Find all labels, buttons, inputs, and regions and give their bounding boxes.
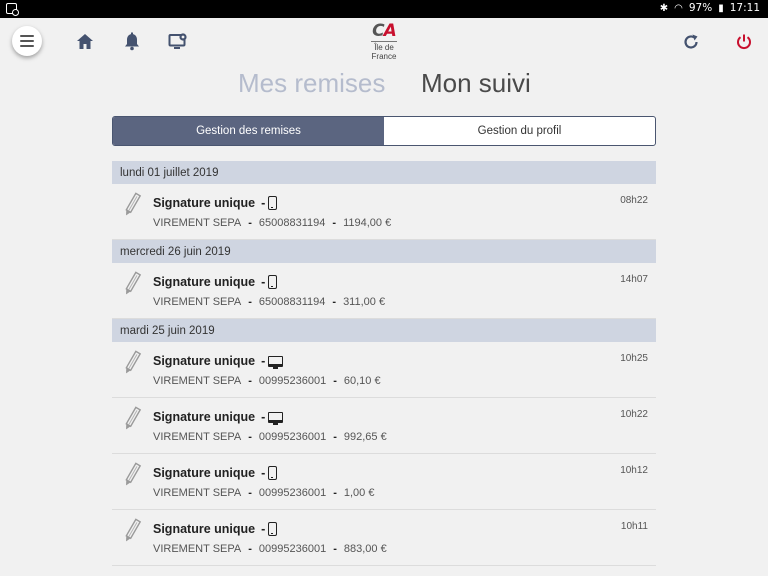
item-time: 08h22 [620, 195, 648, 206]
item-amount: 992,65 € [343, 431, 387, 443]
item-time: 14h07 [620, 274, 648, 285]
list-item[interactable]: Signature unique - VIREMENT SEPA -009952360… [112, 342, 656, 398]
bank-logo: CA Île de France [362, 22, 406, 68]
pencil-icon [122, 350, 142, 376]
item-details: VIREMENT SEPA -65008831194-311,00 € [153, 296, 386, 308]
item-type: VIREMENT SEPA [153, 431, 242, 443]
item-amount: 883,00 € [343, 543, 387, 555]
item-title: Signature unique - [153, 196, 266, 210]
item-type: VIREMENT SEPA [153, 543, 242, 555]
item-title: Signature unique - [153, 410, 266, 424]
clock: 17:11 [729, 2, 760, 14]
refresh-icon[interactable] [681, 32, 701, 52]
item-account: 65008831194 [258, 296, 326, 308]
segmented-control: Gestion des remises Gestion du profil [112, 116, 656, 146]
screenshot-icon [6, 3, 19, 16]
remises-list: lundi 01 juillet 2019 Signature unique - VI… [112, 161, 656, 566]
item-time: 10h12 [620, 465, 648, 476]
tab-mes-remises[interactable]: Mes remises [238, 68, 385, 99]
item-account: 00995236001 [258, 487, 327, 499]
item-account: 00995236001 [258, 543, 327, 555]
item-amount: 60,10 € [343, 375, 381, 387]
item-title: Signature unique - [153, 466, 266, 480]
item-account: 00995236001 [258, 431, 327, 443]
item-amount: 1194,00 € [343, 217, 392, 229]
item-account: 65008831194 [258, 217, 326, 229]
item-details: VIREMENT SEPA -00995236001-60,10 € [153, 375, 381, 387]
item-amount: 311,00 € [343, 296, 386, 308]
pencil-icon [122, 192, 142, 218]
battery-percent: 97% [688, 2, 713, 14]
item-details: VIREMENT SEPA -00995236001-1,00 € [153, 487, 375, 499]
hamburger-menu-button[interactable] [12, 26, 42, 56]
logo-mark: CA [372, 21, 397, 41]
date-header: lundi 01 juillet 2019 [112, 161, 656, 184]
date-header: mercredi 26 juin 2019 [112, 240, 656, 263]
logo-region: Île de France [371, 43, 397, 61]
tab-mon-suivi[interactable]: Mon suivi [421, 68, 531, 99]
smartphone-icon [268, 275, 277, 289]
top-bar: CA Île de France [0, 18, 768, 66]
smartphone-icon [268, 196, 277, 210]
item-type: VIREMENT SEPA [153, 217, 242, 229]
segment-gestion-profil[interactable]: Gestion du profil [384, 117, 655, 145]
status-indicators: ✱ ◠ 97% ▮ 17:11 [660, 2, 760, 14]
item-type: VIREMENT SEPA [153, 375, 242, 387]
status-bar: ✱ ◠ 97% ▮ 17:11 [0, 0, 768, 18]
power-icon[interactable] [734, 32, 754, 52]
smartphone-icon [268, 522, 277, 536]
item-time: 10h25 [620, 353, 648, 364]
list-item[interactable]: Signature unique - VIREMENT SEPA -009952360… [112, 454, 656, 510]
item-time: 10h22 [620, 409, 648, 420]
item-title: Signature unique - [153, 522, 266, 536]
segment-gestion-remises[interactable]: Gestion des remises [113, 117, 384, 145]
item-amount: 1,00 € [343, 487, 375, 499]
item-details: VIREMENT SEPA -00995236001-992,65 € [153, 431, 387, 443]
home-icon[interactable] [75, 32, 95, 52]
pencil-icon [122, 406, 142, 432]
bluetooth-icon: ✱ [659, 2, 669, 14]
list-item[interactable]: Signature unique - VIREMENT SEPA -009952360… [112, 510, 656, 566]
item-title: Signature unique - [153, 354, 266, 368]
item-account: 00995236001 [258, 375, 327, 387]
item-type: VIREMENT SEPA [153, 296, 242, 308]
pencil-icon [122, 271, 142, 297]
wifi-icon: ◠ [674, 2, 683, 14]
bell-icon[interactable] [122, 32, 142, 52]
list-item[interactable]: Signature unique - VIREMENT SEPA -650088311… [112, 184, 656, 240]
list-item[interactable]: Signature unique - VIREMENT SEPA -009952360… [112, 398, 656, 454]
battery-icon: ▮ [718, 2, 724, 14]
item-details: VIREMENT SEPA -65008831194-1194,00 € [153, 217, 392, 229]
item-details: VIREMENT SEPA -00995236001-883,00 € [153, 543, 387, 555]
list-item[interactable]: Signature unique - VIREMENT SEPA -650088311… [112, 263, 656, 319]
item-title: Signature unique - [153, 275, 266, 289]
section-tabs: Mes remises Mon suivi [0, 68, 768, 102]
smartphone-icon [268, 466, 277, 480]
monitor-settings-icon[interactable] [168, 32, 188, 52]
item-type: VIREMENT SEPA [153, 487, 242, 499]
monitor-icon [268, 412, 283, 425]
item-time: 10h11 [620, 521, 648, 532]
date-header: mardi 25 juin 2019 [112, 319, 656, 342]
pencil-icon [122, 518, 142, 544]
monitor-icon [268, 356, 283, 369]
pencil-icon [122, 462, 142, 488]
hamburger-icon [20, 35, 34, 37]
